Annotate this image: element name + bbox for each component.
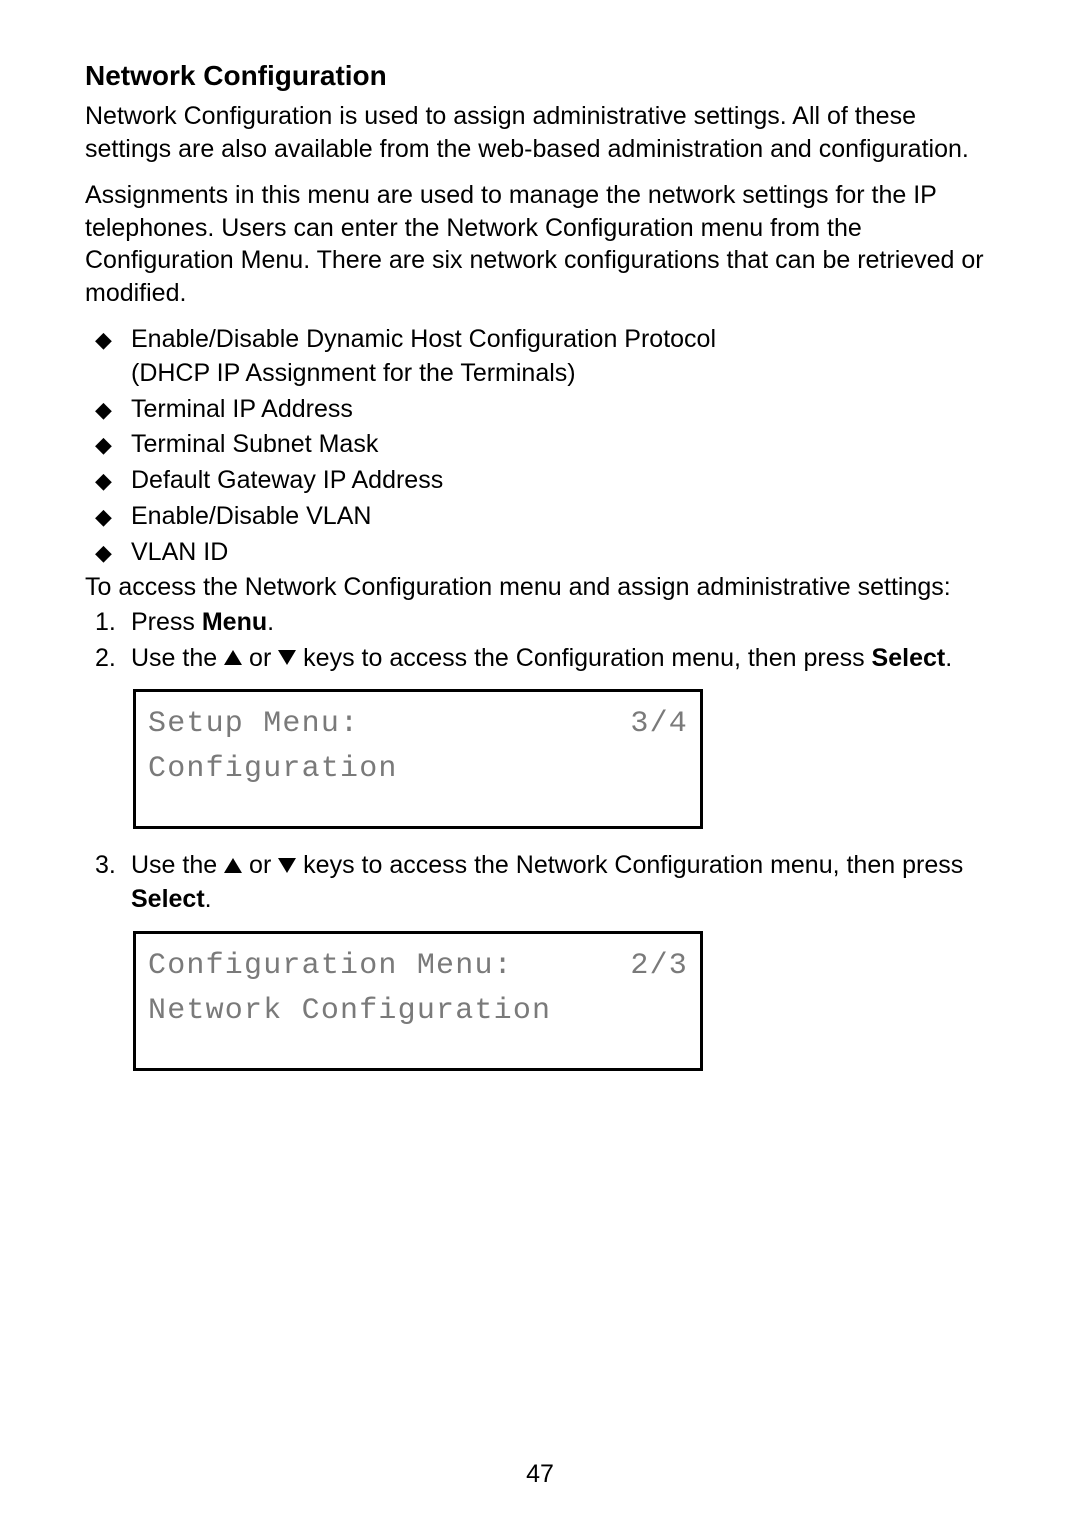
lcd-line: Setup Menu: 3/4 bbox=[148, 702, 688, 747]
lcd-menu-item: Network Configuration bbox=[148, 989, 688, 1034]
section-heading: Network Configuration bbox=[85, 60, 995, 92]
lcd-menu-title: Setup Menu: bbox=[148, 702, 359, 747]
select-key-label: Select bbox=[131, 885, 205, 913]
steps-list-continued: 3. Use the or keys to access the Network… bbox=[85, 849, 995, 917]
select-key-label: Select bbox=[872, 644, 946, 672]
step-item: 3. Use the or keys to access the Network… bbox=[95, 849, 995, 917]
arrow-down-icon bbox=[278, 858, 296, 873]
lcd-page-indicator: 3/4 bbox=[630, 702, 688, 747]
menu-key-label: Menu bbox=[202, 608, 267, 636]
step-text: keys to access the Configuration menu, t… bbox=[296, 644, 871, 672]
step-text: keys to access the Network Configuration… bbox=[296, 851, 963, 879]
step-item: 1. Press Menu. bbox=[95, 606, 995, 640]
lcd-page-indicator: 2/3 bbox=[630, 944, 688, 989]
step-number: 1. bbox=[95, 606, 116, 640]
lcd-menu-item: Configuration bbox=[148, 747, 688, 792]
step-item: 2. Use the or keys to access the Configu… bbox=[95, 642, 995, 676]
access-paragraph: To access the Network Configuration menu… bbox=[85, 571, 995, 604]
arrow-up-icon bbox=[224, 650, 242, 665]
step-text: . bbox=[945, 644, 952, 672]
bullet-item: Default Gateway IP Address bbox=[95, 464, 995, 498]
step-text: . bbox=[267, 608, 274, 636]
step-text: or bbox=[242, 851, 278, 879]
intro-paragraph-1: Network Configuration is used to assign … bbox=[85, 100, 995, 165]
bullet-text: (DHCP IP Assignment for the Terminals) bbox=[131, 359, 576, 387]
intro-paragraph-2: Assignments in this menu are used to man… bbox=[85, 179, 995, 309]
step-text: Use the bbox=[131, 851, 224, 879]
bullet-item: Terminal Subnet Mask bbox=[95, 428, 995, 462]
bullet-item: VLAN ID bbox=[95, 536, 995, 570]
step-text: Press bbox=[131, 608, 202, 636]
arrow-up-icon bbox=[224, 858, 242, 873]
step-number: 2. bbox=[95, 642, 116, 676]
step-text: Use the bbox=[131, 644, 224, 672]
step-number: 3. bbox=[95, 849, 116, 883]
bullet-item: Enable/Disable Dynamic Host Configuratio… bbox=[95, 323, 995, 391]
bullet-item: Terminal IP Address bbox=[95, 393, 995, 427]
step-text: or bbox=[242, 644, 278, 672]
config-bullet-list: Enable/Disable Dynamic Host Configuratio… bbox=[85, 323, 995, 569]
lcd-menu-title: Configuration Menu: bbox=[148, 944, 513, 989]
page-number: 47 bbox=[526, 1460, 554, 1489]
steps-list: 1. Press Menu. 2. Use the or keys to acc… bbox=[85, 606, 995, 676]
step-text: . bbox=[205, 885, 212, 913]
lcd-screen-configuration-menu: Configuration Menu: 2/3 Network Configur… bbox=[133, 931, 703, 1071]
arrow-down-icon bbox=[278, 650, 296, 665]
lcd-line: Configuration Menu: 2/3 bbox=[148, 944, 688, 989]
bullet-item: Enable/Disable VLAN bbox=[95, 500, 995, 534]
lcd-screen-setup-menu: Setup Menu: 3/4 Configuration bbox=[133, 689, 703, 829]
bullet-text: Enable/Disable Dynamic Host Configuratio… bbox=[131, 325, 716, 353]
